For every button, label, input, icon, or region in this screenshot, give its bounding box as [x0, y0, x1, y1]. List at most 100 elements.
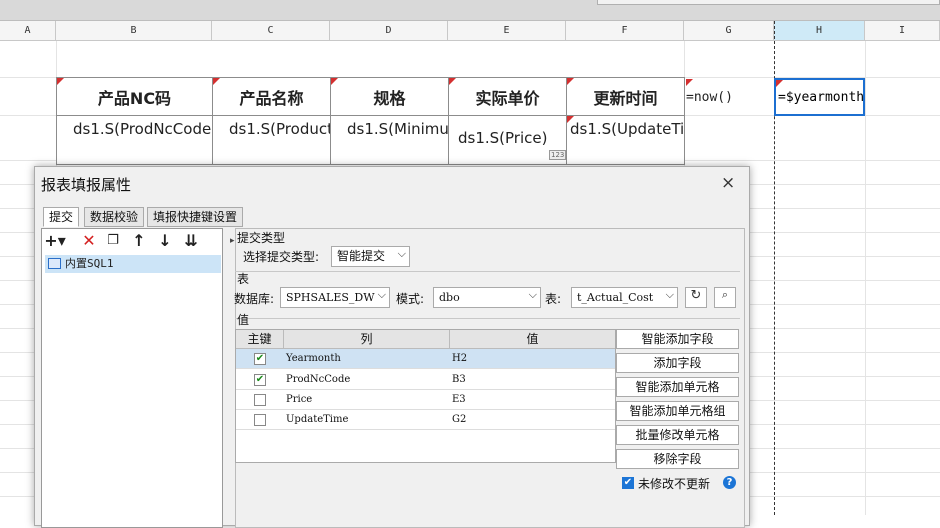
cell-text: ds1.S(MinimumPac	[347, 120, 449, 138]
value-section: 值	[237, 313, 250, 327]
selected-cell-h[interactable]: =$yearmonth	[774, 78, 865, 116]
header-text: 产品名称	[239, 88, 304, 108]
divider	[235, 271, 740, 272]
database-label: 数据库:	[234, 292, 275, 306]
close-icon[interactable]: ×	[721, 173, 735, 193]
tree-item-sql1[interactable]: 内置SQL1	[45, 255, 221, 273]
formula-text: =now()	[686, 90, 733, 105]
data-cell-time[interactable]: ds1.S(UpdateTime)	[566, 115, 685, 165]
col-header-d[interactable]: D	[330, 21, 448, 41]
schema-value: dbo	[439, 291, 460, 304]
no-update-checkbox[interactable]: ✔	[622, 477, 634, 489]
delete-icon[interactable]: ✕	[78, 231, 100, 251]
refresh-icon[interactable]: ↻	[685, 287, 707, 308]
schema-select[interactable]: dbo ⌵	[433, 287, 541, 308]
submit-type-value: 智能提交	[337, 249, 386, 263]
move-up-icon[interactable]: ↑	[128, 231, 150, 251]
cell-text: ds1.S(UpdateTime)	[570, 120, 685, 138]
submit-list-pane: +▾ ✕ ❐ ↑ ↓ ⇊ 内置SQL1	[41, 228, 223, 528]
marker-icon	[686, 79, 693, 86]
database-select[interactable]: SPHSALES_DW ⌵	[280, 287, 390, 308]
row-column: Price	[286, 394, 313, 405]
formula-cell-g[interactable]: =now()	[686, 79, 733, 105]
row-column: Yearmonth	[286, 353, 341, 364]
cell-text: ds1.S(ProductNam	[229, 120, 330, 138]
table-row[interactable]: ✔ ProdNcCode B3	[236, 370, 615, 390]
submit-type-label: 选择提交类型:	[243, 250, 320, 264]
formula-text: =$yearmonth	[778, 90, 865, 105]
table-select[interactable]: t_Actual_Cost ⌵	[571, 287, 678, 308]
remove-field-button[interactable]: 移除字段	[616, 449, 739, 469]
data-cell-spec[interactable]: ds1.S(MinimumPac	[330, 115, 449, 165]
marker-icon	[776, 80, 783, 87]
submit-type-section: 提交类型	[237, 231, 286, 245]
table-icon	[48, 258, 61, 269]
col-header-i[interactable]: I	[865, 21, 940, 41]
no-update-label: 未修改不更新	[638, 477, 711, 491]
marker-icon	[567, 78, 574, 85]
data-cell-nc[interactable]: ds1.S(ProdNcCode)	[56, 115, 213, 165]
add-icon[interactable]: +▾	[44, 231, 66, 251]
marker-icon	[449, 78, 456, 85]
col-header-c[interactable]: C	[212, 21, 330, 41]
row-value: H2	[452, 353, 468, 364]
name-field[interactable]	[597, 0, 940, 5]
col-header-g[interactable]: G	[684, 21, 774, 41]
header-value: 值	[450, 330, 615, 349]
key-checkbox[interactable]	[254, 394, 266, 406]
smart-add-cell-group-button[interactable]: 智能添加单元格组	[616, 401, 739, 421]
help-icon[interactable]: ?	[723, 476, 736, 489]
header-cell-name[interactable]: 产品名称	[212, 77, 331, 116]
data-cell-price[interactable]: ds1.S(Price) 123	[448, 115, 567, 165]
header-cell-spec[interactable]: 规格	[330, 77, 449, 116]
move-bottom-icon[interactable]: ⇊	[180, 231, 202, 251]
row-value: E3	[452, 394, 466, 405]
table-row[interactable]: UpdateTime G2	[236, 410, 615, 430]
chevron-down-icon: ⌵	[397, 247, 406, 260]
cell-text: ds1.S(ProdNcCode)	[73, 120, 213, 138]
tab-submit[interactable]: 提交	[43, 207, 80, 227]
table-row[interactable]: ✔ Yearmonth H2	[236, 349, 615, 369]
key-checkbox[interactable]: ✔	[254, 353, 266, 365]
dialog-title: 报表填报属性	[41, 176, 132, 194]
col-header-f[interactable]: F	[566, 21, 684, 41]
marker-icon	[57, 78, 64, 85]
smart-add-field-button[interactable]: 智能添加字段	[616, 329, 739, 349]
header-text: 实际单价	[475, 88, 540, 108]
tab-shortcut-settings[interactable]: 填报快捷键设置	[147, 207, 244, 227]
chevron-down-icon: ⌵	[528, 288, 537, 301]
schema-label: 模式:	[396, 292, 425, 306]
smart-add-cell-button[interactable]: 智能添加单元格	[616, 377, 739, 397]
copy-icon[interactable]: ❐	[102, 231, 124, 251]
header-text: 规格	[373, 88, 406, 108]
field-table: 主键 列 值 ✔ Yearmonth H2 ✔ ProdNcCode B3 Pr…	[235, 329, 616, 463]
col-header-e[interactable]: E	[448, 21, 566, 41]
header-cell-nc[interactable]: 产品NC码	[56, 77, 213, 116]
col-header-b[interactable]: B	[56, 21, 212, 41]
grid-line	[865, 41, 866, 515]
batch-edit-cells-button[interactable]: 批量修改单元格	[616, 425, 739, 445]
key-checkbox[interactable]: ✔	[254, 374, 266, 386]
preview-icon[interactable]: ⌕	[714, 287, 736, 308]
move-down-icon[interactable]: ↓	[154, 231, 176, 251]
top-bar	[0, 0, 940, 21]
table-section: 表	[237, 272, 250, 286]
tab-data-validation[interactable]: 数据校验	[84, 207, 145, 227]
tree-item-label: 内置SQL1	[65, 257, 114, 270]
add-field-button[interactable]: 添加字段	[616, 353, 739, 373]
header-column: 列	[284, 330, 450, 349]
col-header-h[interactable]: H	[774, 21, 865, 41]
chevron-down-icon: ⌵	[377, 288, 386, 301]
marker-icon	[331, 78, 338, 85]
data-cell-name[interactable]: ds1.S(ProductNam	[212, 115, 331, 165]
submit-type-select[interactable]: 智能提交 ⌵	[331, 246, 410, 267]
splitter-arrow-icon: ▸	[230, 236, 235, 246]
table-row[interactable]: Price E3	[236, 390, 615, 410]
divider	[235, 318, 740, 319]
header-cell-time[interactable]: 更新时间	[566, 77, 685, 116]
marker-icon	[567, 116, 574, 123]
col-header-a[interactable]: A	[0, 21, 56, 41]
header-cell-price[interactable]: 实际单价	[448, 77, 567, 116]
header-text: 更新时间	[593, 88, 658, 108]
key-checkbox[interactable]	[254, 414, 266, 426]
